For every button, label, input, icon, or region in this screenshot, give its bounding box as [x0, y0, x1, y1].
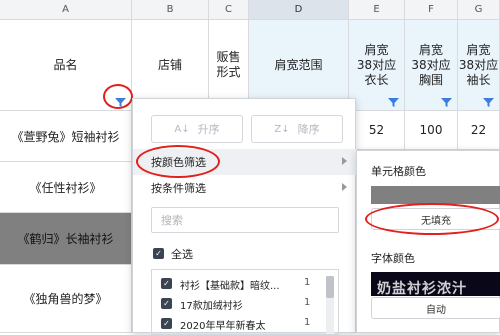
cell-product-name[interactable]: 《萱野兔》短袖衬衫: [0, 111, 132, 162]
header-cell-chest-38[interactable]: 肩宽 38对应 胸围: [405, 20, 458, 111]
column-header-g[interactable]: G: [458, 0, 500, 20]
item-checkbox[interactable]: ✓: [161, 298, 172, 309]
chevron-right-icon: [342, 183, 347, 191]
list-item[interactable]: ✓ 2020年早年新春太 1: [152, 314, 338, 334]
cell-product-name[interactable]: 《独角兽的梦》: [0, 265, 132, 333]
column-header-b[interactable]: B: [132, 0, 209, 20]
cell-length-value[interactable]: 52: [349, 111, 405, 150]
value-list: ✓ 衬衫【基础款】暗纹... 1 ✓ 17款加绒衬衫 1 ✓ 2020年早年新春…: [151, 269, 339, 335]
cell-sleeve-value[interactable]: 22: [458, 111, 500, 150]
column-header-e[interactable]: E: [349, 0, 405, 20]
auto-button[interactable]: 自动: [371, 297, 500, 319]
filter-dropdown: A↓ 升序 Z↓ 降序 按颜色筛选 按条件筛选 搜索 ✓ 全选 ✓ 衬衫【基础款…: [132, 98, 357, 335]
item-checkbox[interactable]: ✓: [161, 278, 172, 289]
column-header-f[interactable]: F: [405, 0, 458, 20]
menu-item-filter-by-condition[interactable]: 按条件筛选: [133, 175, 357, 201]
black-font-swatch[interactable]: 奶盐衬衫浓汁: [371, 272, 500, 296]
gray-fill-swatch[interactable]: [371, 186, 500, 204]
select-all-checkbox[interactable]: ✓: [153, 248, 164, 259]
list-item[interactable]: ✓ 17款加绒衬衫 1: [152, 294, 338, 314]
filter-icon[interactable]: [441, 98, 452, 107]
column-header-c[interactable]: C: [209, 0, 249, 20]
list-item[interactable]: ✓ 衬衫【基础款】暗纹... 1: [152, 274, 338, 294]
sort-ascending-button[interactable]: A↓ 升序: [151, 115, 243, 143]
column-header-d[interactable]: D: [249, 0, 349, 20]
item-checkbox[interactable]: ✓: [161, 318, 172, 329]
sort-descending-button[interactable]: Z↓ 降序: [251, 115, 343, 143]
chevron-right-icon: [342, 157, 347, 165]
color-filter-submenu: 单元格颜色 无填充 字体颜色 奶盐衬衫浓汁 自动: [356, 150, 500, 333]
filter-icon[interactable]: [483, 98, 494, 107]
spreadsheet: A B C D E F G 品名 店铺 贩售 形式 肩宽范围 肩宽 38对应 衣…: [0, 0, 500, 335]
annotation-circle: [103, 84, 133, 109]
annotation-circle: [136, 145, 220, 178]
sort-asc-icon: A↓: [174, 123, 190, 135]
cell-color-title: 单元格颜色: [371, 165, 426, 178]
cell-chest-value[interactable]: 100: [405, 111, 458, 150]
header-cell-length-38[interactable]: 肩宽 38对应 衣长: [349, 20, 405, 111]
scrollbar-thumb[interactable]: [326, 276, 334, 298]
column-header-a[interactable]: A: [0, 0, 132, 20]
font-color-title: 字体颜色: [371, 252, 415, 265]
font-preview-text: 奶盐衬衫浓汁: [377, 281, 467, 296]
search-input[interactable]: 搜索: [151, 207, 339, 233]
filter-icon[interactable]: [388, 98, 399, 107]
annotation-circle: [365, 203, 499, 235]
cell-product-name-gray-fill[interactable]: 《鹤归》长袖衬衫: [0, 213, 132, 265]
header-cell-sleeve-38[interactable]: 肩宽 38对应 袖长: [458, 20, 500, 111]
sort-desc-icon: Z↓: [274, 123, 290, 135]
cell-product-name[interactable]: 《任性衬衫》: [0, 162, 132, 213]
select-all-label: 全选: [171, 248, 193, 261]
